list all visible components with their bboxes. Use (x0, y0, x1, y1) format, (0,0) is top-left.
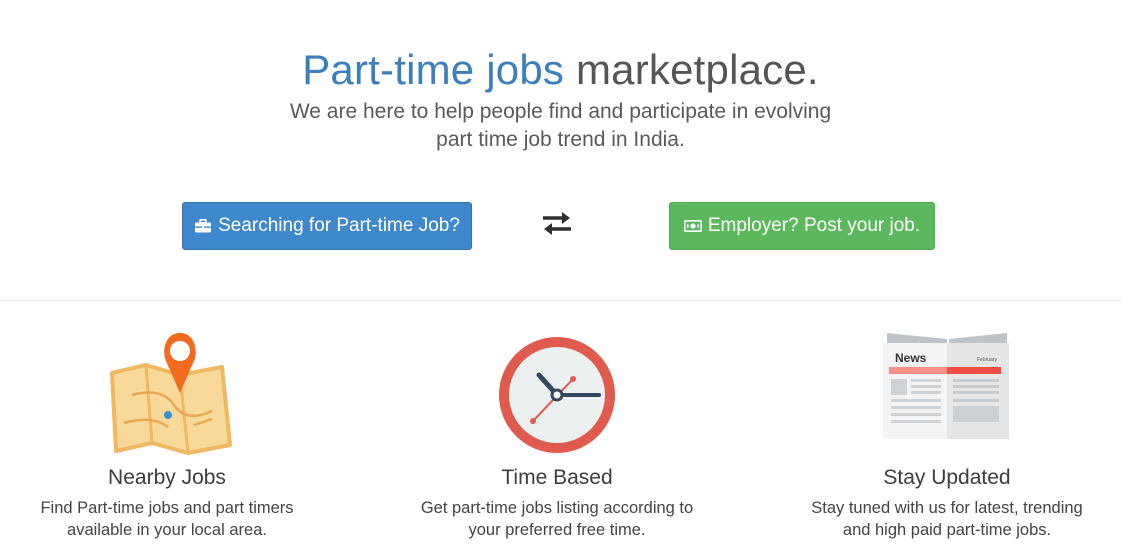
section-divider (0, 300, 1121, 301)
feature-title: Stay Updated (883, 466, 1011, 489)
feature-description: Get part-time jobs listing according to … (387, 497, 727, 541)
feature-title: Time Based (501, 466, 613, 489)
search-job-label: Searching for Part-time Job? (218, 215, 460, 236)
post-job-label: Employer? Post your job. (707, 215, 921, 236)
feature-desc-line-2: and high paid part-time jobs. (842, 521, 1052, 539)
subtitle-line-1: We are here to help people find and part… (289, 100, 832, 123)
newspaper-icon: News February (777, 325, 1117, 460)
feature-stay-updated: News February Stay Updated Stay tuned wi… (777, 325, 1117, 541)
clock-icon (387, 325, 727, 460)
page-title: Part-time jobs marketplace. (0, 46, 1121, 94)
feature-nearby-jobs: Nearby Jobs Find Part-time jobs and part… (0, 325, 337, 541)
title-rest: marketplace. (564, 46, 819, 93)
subtitle-line-2: part time job trend in India. (436, 128, 685, 151)
newspaper-month: February (977, 357, 998, 363)
map-pin-icon (0, 325, 337, 460)
feature-title: Nearby Jobs (108, 466, 226, 489)
search-job-button[interactable]: Searching for Part-time Job? (182, 202, 472, 250)
feature-desc-line-1: Stay tuned with us for latest, trending (811, 499, 1083, 517)
newspaper-heading: News (895, 351, 927, 365)
hero-section: Part-time jobs marketplace. We are here … (0, 0, 1121, 300)
feature-time-based: Time Based Get part-time jobs listing ac… (387, 325, 727, 541)
swap-arrows-icon (539, 208, 575, 238)
money-icon (683, 218, 702, 234)
feature-desc-line-2: your preferred free time. (468, 521, 646, 539)
title-accent: Part-time jobs (302, 46, 565, 93)
feature-desc-line-1: Find Part-time jobs and part timers (40, 499, 294, 517)
feature-description: Stay tuned with us for latest, trending … (777, 497, 1117, 541)
feature-desc-line-1: Get part-time jobs listing according to (420, 499, 694, 517)
post-job-button[interactable]: Employer? Post your job. (669, 202, 935, 250)
feature-description: Find Part-time jobs and part timers avai… (0, 497, 337, 541)
briefcase-icon (194, 218, 212, 234)
feature-desc-line-2: available in your local area. (67, 521, 267, 539)
hero-subtitle: We are here to help people find and part… (0, 98, 1121, 154)
